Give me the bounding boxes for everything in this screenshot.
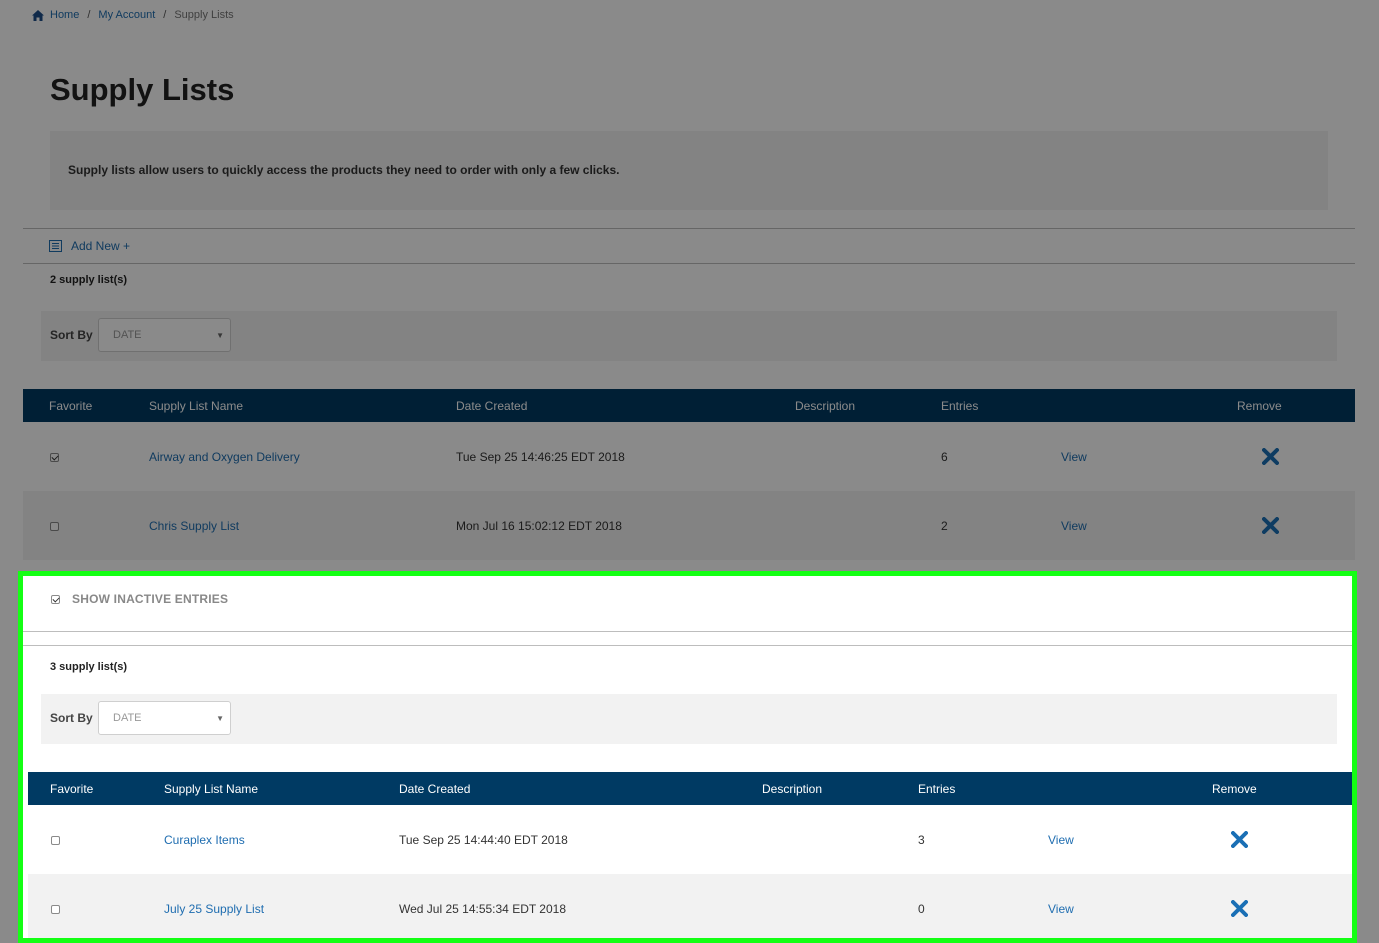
date-created: Wed Jul 25 14:55:34 EDT 2018 <box>399 874 762 938</box>
active-sort-select[interactable]: DATE ▼ <box>98 318 231 352</box>
remove-x-icon[interactable] <box>1262 448 1279 465</box>
list-icon <box>49 240 62 252</box>
breadcrumb-separator: / <box>87 9 91 21</box>
description <box>762 874 918 938</box>
divider <box>23 228 1355 229</box>
table-header-row: Favorite Supply List Name Date Created D… <box>23 389 1355 422</box>
entries-count: 2 <box>941 491 1061 560</box>
inactive-list-count: 3 supply list(s) <box>50 661 128 673</box>
description <box>795 422 941 491</box>
col-header-name[interactable]: Supply List Name <box>149 389 456 422</box>
supply-list-name-link[interactable]: Chris Supply List <box>149 519 239 533</box>
breadcrumb-home-link[interactable]: Home <box>50 9 79 21</box>
show-inactive-checkbox[interactable] <box>51 594 60 604</box>
supply-list-name-link[interactable]: Airway and Oxygen Delivery <box>149 450 300 464</box>
inactive-entries-panel: SHOW INACTIVE ENTRIES 3 supply list(s) S… <box>18 571 1357 943</box>
col-header-remove: Remove <box>1166 772 1352 805</box>
remove-x-icon[interactable] <box>1231 831 1248 848</box>
breadcrumb: Home / My Account / Supply Lists <box>32 9 234 21</box>
active-supply-table: Favorite Supply List Name Date Created D… <box>23 389 1355 560</box>
show-inactive-toggle[interactable]: SHOW INACTIVE ENTRIES <box>51 592 228 606</box>
view-link[interactable]: View <box>1048 833 1074 847</box>
col-header-entries: Entries <box>941 389 1061 422</box>
col-header-date[interactable]: Date Created <box>456 389 795 422</box>
home-icon[interactable] <box>32 9 44 21</box>
col-header-name[interactable]: Supply List Name <box>164 772 399 805</box>
remove-x-icon[interactable] <box>1231 900 1248 917</box>
description <box>762 805 918 874</box>
col-header-view <box>1061 389 1172 422</box>
entries-count: 3 <box>918 805 1048 874</box>
col-header-remove: Remove <box>1172 389 1355 422</box>
add-new-label[interactable]: Add New + <box>71 239 130 253</box>
favorite-checkbox[interactable] <box>50 521 59 531</box>
active-list-count: 2 supply list(s) <box>50 274 128 286</box>
table-header-row: Favorite Supply List Name Date Created D… <box>28 772 1352 805</box>
divider <box>23 631 1352 632</box>
breadcrumb-my-account-link[interactable]: My Account <box>98 9 155 21</box>
table-row: July 25 Supply List Wed Jul 25 14:55:34 … <box>28 874 1352 938</box>
view-link[interactable]: View <box>1061 450 1087 464</box>
intro-text: Supply lists allow users to quickly acce… <box>68 163 620 177</box>
breadcrumb-current: Supply Lists <box>174 9 234 21</box>
supply-list-name-link[interactable]: July 25 Supply List <box>164 902 264 916</box>
caret-down-icon: ▼ <box>216 714 224 723</box>
table-row: Chris Supply List Mon Jul 16 15:02:12 ED… <box>23 491 1355 560</box>
inactive-supply-table: Favorite Supply List Name Date Created D… <box>28 772 1352 938</box>
divider <box>23 645 1352 646</box>
page-title: Supply Lists <box>50 72 235 107</box>
favorite-checkbox[interactable] <box>51 904 60 914</box>
entries-count: 6 <box>941 422 1061 491</box>
caret-down-icon: ▼ <box>216 331 224 340</box>
favorite-checkbox[interactable] <box>51 835 60 845</box>
date-created: Tue Sep 25 14:46:25 EDT 2018 <box>456 422 795 491</box>
entries-count: 0 <box>918 874 1048 938</box>
supply-list-name-link[interactable]: Curaplex Items <box>164 833 245 847</box>
col-header-description: Description <box>795 389 941 422</box>
remove-x-icon[interactable] <box>1262 517 1279 534</box>
description <box>795 491 941 560</box>
active-sort-bar: Sort By DATE ▼ <box>41 311 1337 361</box>
intro-box: Supply lists allow users to quickly acce… <box>50 131 1328 210</box>
table-row: Airway and Oxygen Delivery Tue Sep 25 14… <box>23 422 1355 491</box>
col-header-favorite: Favorite <box>28 772 164 805</box>
sort-select-value: DATE <box>113 329 142 341</box>
breadcrumb-separator: / <box>163 9 167 21</box>
col-header-favorite: Favorite <box>23 389 149 422</box>
col-header-date[interactable]: Date Created <box>399 772 762 805</box>
add-new-button[interactable]: Add New + <box>49 239 130 253</box>
show-inactive-label: SHOW INACTIVE ENTRIES <box>72 592 229 606</box>
col-header-description: Description <box>762 772 918 805</box>
divider <box>23 263 1355 264</box>
table-row: Curaplex Items Tue Sep 25 14:44:40 EDT 2… <box>28 805 1352 874</box>
date-created: Mon Jul 16 15:02:12 EDT 2018 <box>456 491 795 560</box>
sort-label: Sort By <box>50 711 93 725</box>
view-link[interactable]: View <box>1061 519 1087 533</box>
sort-label: Sort By <box>50 328 93 342</box>
favorite-checkbox[interactable] <box>50 452 59 462</box>
inactive-sort-bar: Sort By DATE ▼ <box>41 694 1337 744</box>
col-header-view <box>1048 772 1166 805</box>
col-header-entries: Entries <box>918 772 1048 805</box>
inactive-sort-select[interactable]: DATE ▼ <box>98 701 231 735</box>
view-link[interactable]: View <box>1048 902 1074 916</box>
sort-select-value: DATE <box>113 712 142 724</box>
date-created: Tue Sep 25 14:44:40 EDT 2018 <box>399 805 762 874</box>
